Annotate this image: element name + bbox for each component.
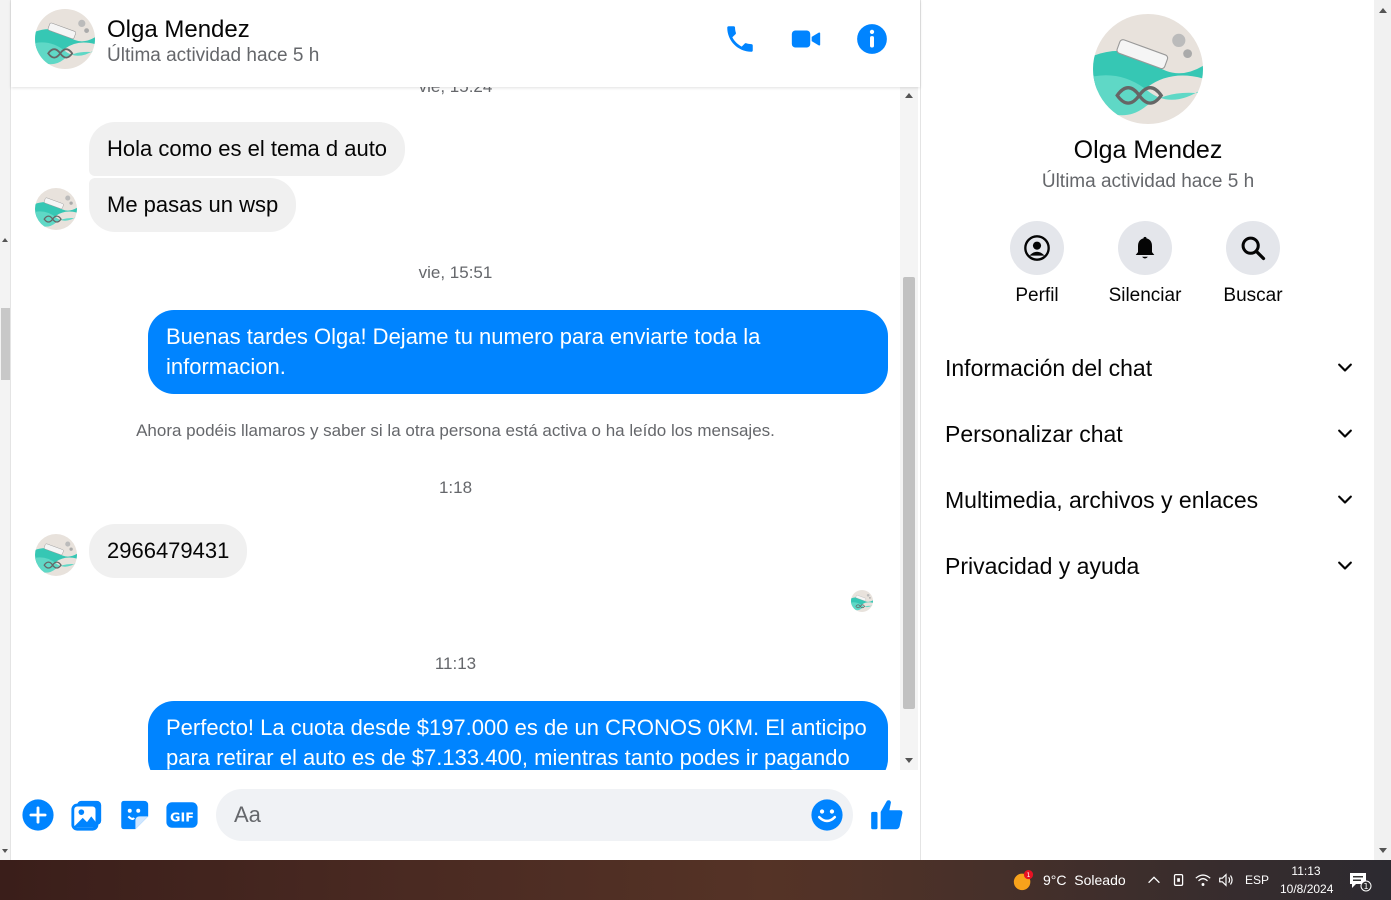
wifi-icon[interactable] [1194,870,1212,890]
sticker-icon[interactable] [117,798,151,832]
profile-button[interactable] [1010,221,1064,275]
weather-text[interactable]: 9°C Soleado [1043,872,1126,888]
svg-text:GIF: GIF [170,810,194,825]
plus-icon[interactable] [21,798,55,832]
incoming-message[interactable]: Hola como es el tema d auto [89,122,406,176]
composer-bar: GIF [11,770,920,860]
system-notice: Ahora podéis llamaros y saber si la otra… [136,421,775,440]
mute-label: Silenciar [1108,285,1182,306]
profile-label: Perfil [1015,285,1059,306]
timestamp: 11:13 [434,654,477,673]
contact-avatar[interactable] [35,9,95,69]
timestamp: 1:18 [438,478,473,497]
search-label: Buscar [1223,285,1283,306]
panel-contact-status: Última actividad hace 5 h [1041,171,1255,192]
section-customize-chat[interactable]: Personalizar chat [945,414,1355,454]
chevron-down-icon [1338,363,1352,372]
messages-scroll-up-arrow[interactable] [905,93,913,98]
panel-contact-name: Olga Mendez [1073,136,1223,164]
clock-time[interactable]: 11:13 [1280,864,1332,878]
notifications-icon[interactable]: 1 [1348,870,1372,892]
chevron-down-icon [1338,429,1352,438]
section-chat-info[interactable]: Información del chat [945,348,1355,388]
page-scrollbar[interactable] [1374,0,1391,860]
seen-indicator-avatar [851,590,873,612]
chevron-up-icon[interactable] [1145,870,1163,890]
messenger-window: Olga Mendez Última actividad hace 5 h vi… [0,0,1391,900]
mute-action[interactable]: Silenciar [1095,221,1195,307]
section-privacy-help[interactable]: Privacidad y ayuda [945,546,1355,586]
timestamp: vie, 15:51 [418,263,493,282]
sun-weather-icon[interactable]: 1 [1012,870,1034,892]
video-camera-icon[interactable] [789,22,823,56]
profile-icon [1024,235,1050,261]
search-button[interactable] [1226,221,1280,275]
messages-scroll-thumb[interactable] [903,277,915,709]
svg-text:1: 1 [1026,871,1030,879]
device-icon[interactable] [1170,870,1188,890]
chevron-down-icon [1338,561,1352,570]
incoming-message[interactable]: 2966479431 [89,524,248,578]
message-list[interactable]: vie, 15:24 Hola como es el tema d auto M… [11,87,900,770]
like-icon[interactable] [868,796,906,834]
incoming-message[interactable]: Me pasas un wsp [89,178,297,232]
search-icon [1241,236,1266,261]
clock-date[interactable]: 10/8/2024 [1280,882,1333,896]
svg-text:1: 1 [1363,882,1368,891]
messages-scrollbar[interactable] [900,87,918,770]
section-title: Multimedia, archivos y enlaces [945,486,1259,513]
left-scroll-thumb[interactable] [1,308,10,380]
search-action[interactable]: Buscar [1203,221,1303,307]
volume-icon[interactable] [1217,870,1235,890]
photo-icon[interactable] [70,798,104,832]
timestamp: vie, 15:24 [11,87,900,97]
page-scroll-up-arrow[interactable] [1379,8,1387,13]
sender-avatar[interactable] [35,534,77,576]
left-scrollbar[interactable] [0,0,11,860]
section-title: Privacidad y ayuda [945,552,1140,579]
page-scroll-down-arrow[interactable] [1379,848,1387,853]
emoji-icon[interactable] [810,798,844,832]
profile-action[interactable]: Perfil [987,221,1087,307]
message-input[interactable] [216,789,853,841]
mute-button[interactable] [1118,221,1172,275]
phone-icon[interactable] [723,22,757,56]
section-title: Personalizar chat [945,420,1123,447]
left-scroll-up-arrow[interactable] [2,238,8,242]
input-language[interactable]: ESP [1245,873,1269,887]
conversation-details-panel: Olga Mendez Última actividad hace 5 h Pe… [920,0,1374,860]
contact-name[interactable]: Olga Mendez [107,16,250,44]
section-media-files-links[interactable]: Multimedia, archivos y enlaces [945,480,1355,520]
section-title: Información del chat [945,354,1153,381]
outgoing-message[interactable]: Perfecto! La cuota desde $197.000 es de … [148,701,888,770]
chat-header: Olga Mendez Última actividad hace 5 h [11,0,920,87]
messages-scroll-down-arrow[interactable] [905,758,913,763]
left-scroll-down-arrow[interactable] [2,849,8,853]
panel-contact-avatar[interactable] [1093,14,1203,124]
sender-avatar[interactable] [35,188,77,230]
chevron-down-icon [1338,495,1352,504]
bell-icon [1135,236,1155,259]
info-icon[interactable] [855,22,889,56]
gif-icon[interactable]: GIF [165,798,199,832]
outgoing-message[interactable]: Buenas tardes Olga! Dejame tu numero par… [148,310,888,394]
contact-status: Última actividad hace 5 h [107,45,320,66]
